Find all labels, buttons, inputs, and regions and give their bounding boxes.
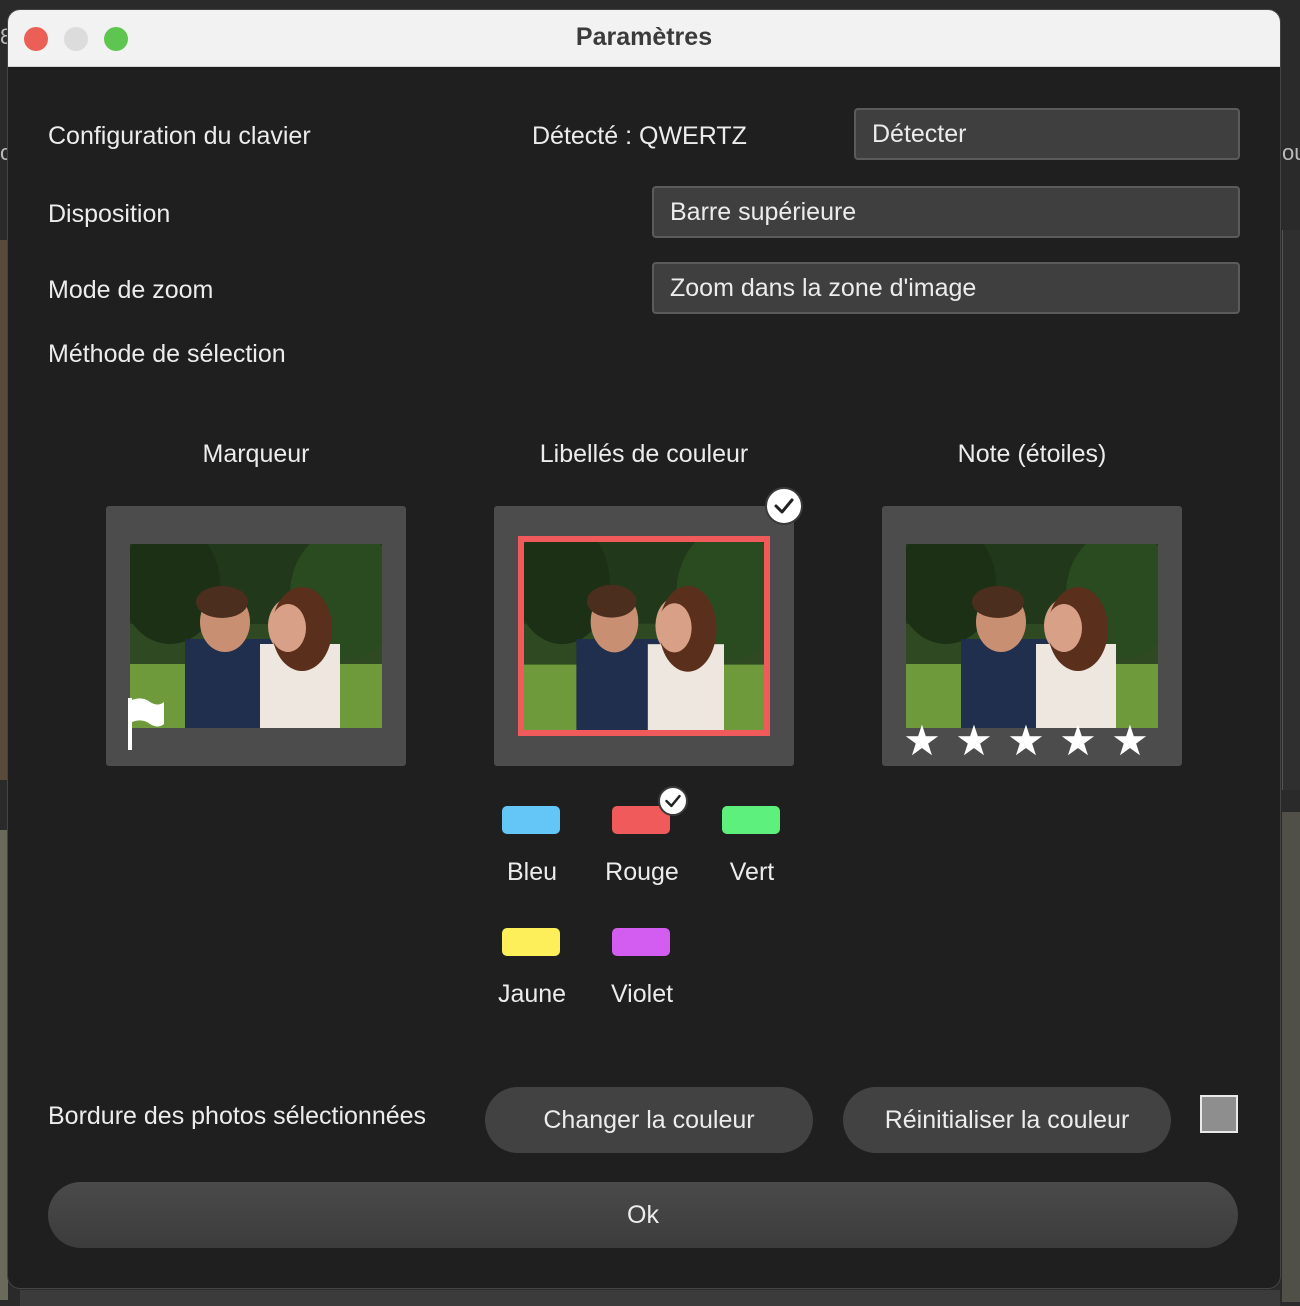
- color-swatch-yellow[interactable]: [502, 928, 560, 956]
- keyboard-config-label: Configuration du clavier: [48, 122, 311, 150]
- sample-photo: [906, 544, 1158, 728]
- settings-dialog: Paramètres Configuration du clavier Déte…: [8, 10, 1280, 1288]
- layout-select[interactable]: Barre supérieure: [652, 186, 1240, 238]
- color-labels-method-card[interactable]: [494, 506, 794, 766]
- color-swatch-violet[interactable]: [612, 928, 670, 956]
- star-icon: ★: [903, 717, 941, 764]
- color-labels-method-title: Libellés de couleur: [539, 440, 749, 468]
- window-title: Paramètres: [575, 23, 713, 51]
- color-label-violet: Violet: [610, 980, 674, 1008]
- marker-method-title: Marqueur: [202, 440, 310, 468]
- flag-icon: [126, 696, 166, 757]
- sample-photo: [130, 544, 382, 728]
- zoom-mode-label: Mode de zoom: [48, 276, 214, 304]
- selection-method-label: Méthode de sélection: [48, 340, 286, 368]
- marker-method-card[interactable]: [106, 506, 406, 766]
- keyboard-detected-text: Détecté : QWERTZ: [532, 122, 747, 150]
- layout-label: Disposition: [48, 200, 171, 228]
- color-label-blue: Bleu: [506, 858, 558, 886]
- selected-check-icon: [658, 786, 688, 816]
- change-color-button[interactable]: Changer la couleur: [485, 1087, 813, 1153]
- color-swatch-green[interactable]: [722, 806, 780, 834]
- star-icon: ★: [1059, 717, 1097, 764]
- color-swatch-blue[interactable]: [502, 806, 560, 834]
- title-bar: Paramètres: [8, 10, 1280, 67]
- reset-color-button[interactable]: Réinitialiser la couleur: [843, 1087, 1171, 1153]
- color-label-green: Vert: [729, 858, 775, 886]
- star-icon: ★: [955, 717, 993, 764]
- color-label-yellow: Jaune: [497, 980, 567, 1008]
- sample-photo-with-color-border: [518, 536, 770, 736]
- ok-button[interactable]: Ok: [48, 1182, 1238, 1248]
- star-rating: ★ ★ ★ ★ ★: [900, 720, 1152, 762]
- background-edge-text: ou: [1282, 140, 1300, 165]
- selected-border-label: Bordure des photos sélectionnées: [48, 1102, 427, 1130]
- color-label-red: Rouge: [605, 858, 679, 886]
- selected-check-icon: [765, 487, 803, 525]
- star-icon: ★: [1111, 717, 1149, 764]
- zoom-mode-select[interactable]: Zoom dans la zone d'image: [652, 262, 1240, 314]
- detect-button[interactable]: Détecter: [854, 108, 1240, 160]
- border-color-preview[interactable]: [1200, 1095, 1238, 1133]
- star-rating-method-card[interactable]: ★ ★ ★ ★ ★: [882, 506, 1182, 766]
- star-rating-method-title: Note (étoiles): [957, 440, 1107, 468]
- star-icon: ★: [1007, 717, 1045, 764]
